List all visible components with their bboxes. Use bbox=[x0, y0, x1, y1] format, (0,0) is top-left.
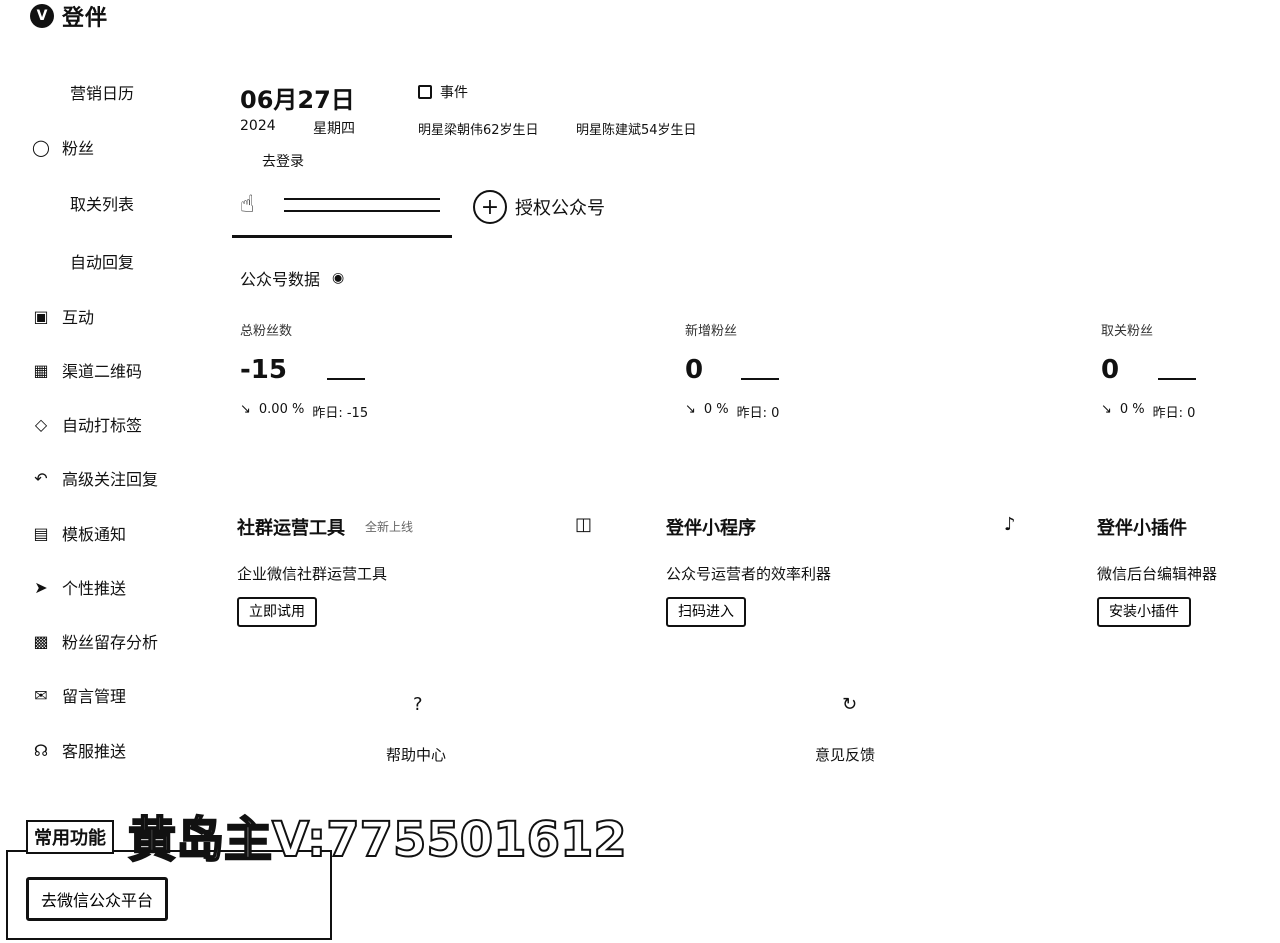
stat-change-percent: 0.00 % bbox=[258, 402, 305, 417]
sidebar-item-label: 自动回复 bbox=[70, 253, 135, 272]
sidebar-item-label: 高级关注回复 bbox=[62, 470, 159, 489]
stat-change: ↘ 0 % 昨日: 0 bbox=[1101, 402, 1195, 421]
trend-down-icon: ↘ bbox=[1101, 402, 1112, 417]
reply-icon: ↶ bbox=[34, 468, 48, 488]
sidebar-item-retention-analysis[interactable]: ▩ 粉丝留存分析 bbox=[30, 629, 158, 653]
authorize-label: 授权公众号 bbox=[515, 198, 605, 219]
sidebar-item-fans[interactable]: ◯ 粉丝 bbox=[30, 135, 94, 159]
sidebar-item-label: 营销日历 bbox=[70, 84, 135, 103]
stat-yesterday: 昨日: -15 bbox=[312, 406, 369, 421]
sidebar-item-template-notice[interactable]: ▤ 模板通知 bbox=[30, 521, 126, 545]
sidebar-item-channel-qrcode[interactable]: ▦ 渠道二维码 bbox=[30, 358, 142, 382]
sidebar-item-label: 粉丝 bbox=[62, 139, 95, 158]
send-icon: ➤ bbox=[34, 577, 48, 597]
qrcode-icon: ▦ bbox=[33, 360, 49, 380]
tool-title: 社群运营工具 bbox=[237, 518, 345, 539]
sidebar-item-personal-push[interactable]: ➤ 个性推送 bbox=[30, 575, 126, 599]
trend-down-icon: ↘ bbox=[685, 402, 696, 417]
tool-tag: 全新上线 bbox=[365, 520, 414, 534]
stat-label: 新增粉丝 bbox=[685, 324, 738, 339]
sidebar-item-marketing-calendar[interactable]: 营销日历 bbox=[70, 80, 134, 104]
app-logo[interactable]: V 登伴 bbox=[30, 0, 108, 32]
sidebar-item-label: 客服推送 bbox=[62, 742, 127, 761]
watermark-text: 黄岛主V:775501612 bbox=[127, 811, 628, 869]
stat-sparkline bbox=[1158, 378, 1196, 380]
help-icon[interactable]: ? bbox=[413, 694, 423, 715]
tag-icon: ◇ bbox=[34, 414, 48, 434]
sidebar-item-label: 取关列表 bbox=[70, 195, 135, 214]
sidebar-item-comment-management[interactable]: ✉ 留言管理 bbox=[30, 683, 126, 707]
sidebar-item-label: 粉丝留存分析 bbox=[62, 633, 159, 652]
book-icon[interactable]: ◫ bbox=[575, 514, 592, 535]
stat-yesterday: 昨日: 0 bbox=[1152, 406, 1196, 421]
calendar-weekday: 星期四 bbox=[313, 121, 355, 137]
sidebar-item-label: 互动 bbox=[62, 308, 95, 327]
sidebar-item-advanced-follow-reply[interactable]: ↶ 高级关注回复 bbox=[30, 466, 158, 490]
sidebar-item-interaction[interactable]: ▣ 互动 bbox=[30, 304, 94, 328]
tool-description: 企业微信社群运营工具 bbox=[237, 565, 388, 583]
chart-icon: ▩ bbox=[33, 631, 49, 651]
events-header: 事件 bbox=[418, 82, 468, 102]
feedback-icon[interactable]: ↻ bbox=[842, 694, 857, 715]
account-tab-active[interactable] bbox=[232, 186, 452, 238]
sidebar-item-label: 自动打标签 bbox=[62, 416, 143, 435]
stat-change: ↘ 0.00 % 昨日: -15 bbox=[240, 402, 368, 421]
sidebar-item-auto-reply[interactable]: 自动回复 bbox=[70, 249, 134, 273]
stat-yesterday: 昨日: 0 bbox=[736, 406, 780, 421]
sidebar-item-label: 个性推送 bbox=[62, 579, 127, 598]
login-link[interactable]: 去登录 bbox=[262, 151, 304, 171]
account-name-redacted bbox=[284, 198, 440, 212]
calendar-icon bbox=[418, 85, 432, 99]
stat-change-percent: 0 % bbox=[703, 402, 729, 417]
calendar-date: 06月27日 bbox=[240, 86, 355, 114]
event-item[interactable]: 明星梁朝伟62岁生日 bbox=[418, 119, 539, 138]
stat-label: 取关粉丝 bbox=[1101, 324, 1154, 339]
sidebar-item-label: 模板通知 bbox=[62, 525, 127, 544]
stats-title: 公众号数据 ◉ bbox=[240, 266, 344, 290]
stat-change-percent: 0 % bbox=[1119, 402, 1145, 417]
headset-icon: ☊ bbox=[33, 740, 49, 760]
scan-enter-button[interactable]: 扫码进入 bbox=[666, 597, 746, 627]
stat-sparkline bbox=[741, 378, 779, 380]
chat-icon: ▣ bbox=[33, 306, 49, 326]
music-icon[interactable]: ♪ bbox=[1004, 514, 1016, 535]
help-center-link[interactable]: 帮助中心 bbox=[386, 744, 446, 765]
sidebar-item-label: 渠道二维码 bbox=[62, 362, 143, 381]
stats-title-text: 公众号数据 bbox=[240, 270, 321, 289]
authorize-account-button[interactable]: + 授权公众号 bbox=[473, 190, 605, 224]
message-icon: ✉ bbox=[34, 685, 48, 705]
go-wechat-platform-button[interactable]: 去微信公众平台 bbox=[26, 877, 169, 921]
common-functions-title: 常用功能 bbox=[26, 820, 114, 854]
plus-icon: + bbox=[473, 190, 507, 224]
events-label: 事件 bbox=[440, 85, 468, 101]
stat-label: 总粉丝数 bbox=[240, 324, 293, 339]
tool-title: 登伴小程序 bbox=[666, 518, 756, 539]
sidebar-item-unfollow-list[interactable]: 取关列表 bbox=[70, 191, 134, 215]
sidebar-item-auto-tag[interactable]: ◇ 自动打标签 bbox=[30, 412, 142, 436]
logo-mark-icon: V bbox=[30, 4, 54, 28]
stat-value: -15 bbox=[240, 355, 287, 385]
stat-sparkline bbox=[327, 378, 365, 380]
hand-pointer-icon: ☝ bbox=[240, 190, 255, 218]
event-item[interactable]: 明星陈建斌54岁生日 bbox=[576, 119, 697, 138]
logo-text: 登伴 bbox=[62, 6, 109, 31]
sidebar-item-service-push[interactable]: ☊ 客服推送 bbox=[30, 738, 126, 762]
tool-title: 登伴小插件 bbox=[1097, 518, 1187, 539]
calendar-year: 2024 bbox=[240, 118, 276, 134]
trend-down-icon: ↘ bbox=[240, 402, 251, 417]
try-now-button[interactable]: 立即试用 bbox=[237, 597, 317, 627]
sidebar-item-label: 留言管理 bbox=[62, 687, 127, 706]
feedback-link[interactable]: 意见反馈 bbox=[815, 744, 875, 765]
tool-description: 公众号运营者的效率利器 bbox=[666, 565, 832, 583]
stat-value: 0 bbox=[1101, 355, 1120, 385]
user-icon: ◯ bbox=[32, 137, 50, 157]
install-plugin-button[interactable]: 安装小插件 bbox=[1097, 597, 1191, 627]
stat-value: 0 bbox=[685, 355, 704, 385]
template-icon: ▤ bbox=[33, 523, 49, 543]
eye-icon[interactable]: ◉ bbox=[332, 270, 344, 286]
tool-description: 微信后台编辑神器 bbox=[1097, 565, 1218, 583]
stat-change: ↘ 0 % 昨日: 0 bbox=[685, 402, 779, 421]
